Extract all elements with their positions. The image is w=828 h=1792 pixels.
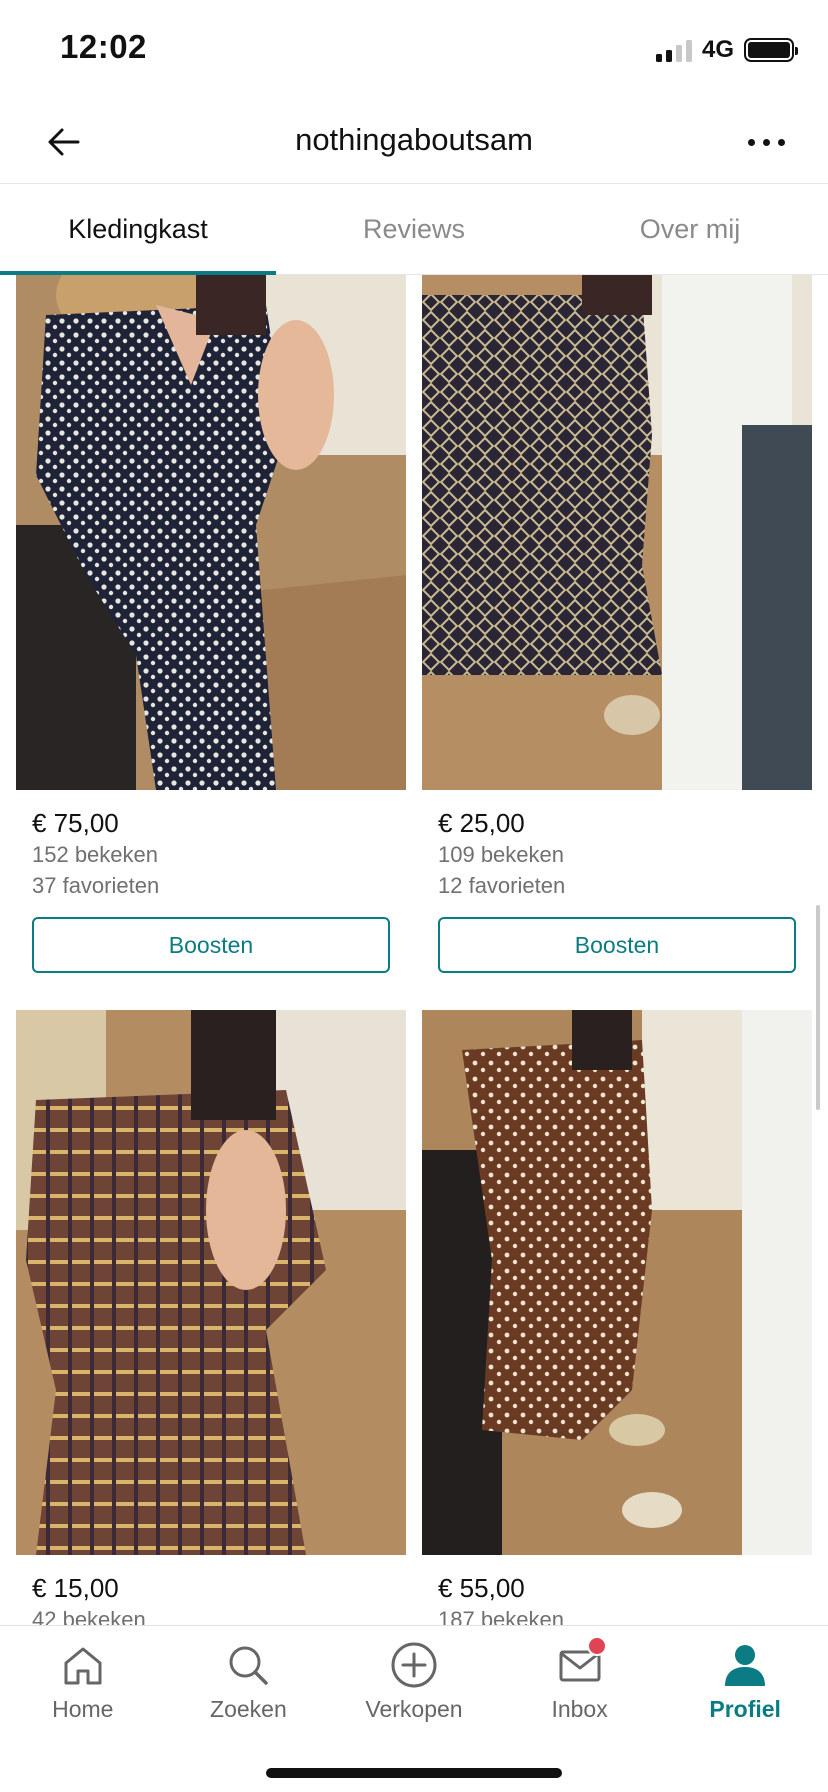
nav-home-label: Home xyxy=(52,1696,114,1722)
search-icon xyxy=(223,1640,273,1690)
scrollbar[interactable] xyxy=(816,905,820,1110)
bottom-navigation: Home Zoeken Verkopen Inbox Profiel xyxy=(0,1625,828,1792)
more-horizontal-icon xyxy=(747,138,755,146)
listing-photo[interactable] xyxy=(422,275,812,790)
nav-search[interactable]: Zoeken xyxy=(166,1626,332,1736)
home-indicator[interactable] xyxy=(266,1768,562,1778)
tab-reviews[interactable]: Reviews xyxy=(276,185,552,274)
listing-views: 42 bekeken xyxy=(32,1607,146,1625)
nav-inbox[interactable]: Inbox xyxy=(497,1626,663,1736)
listing-card[interactable]: € 75,00 152 bekeken 37 favorieten Booste… xyxy=(16,275,406,973)
listing-card[interactable]: € 55,00 187 bekeken xyxy=(422,1010,812,1625)
listing-price: € 15,00 xyxy=(32,1573,119,1603)
listing-views: 152 bekeken xyxy=(32,842,158,867)
listing-favorites: 12 favorieten xyxy=(438,873,566,898)
status-icons: 4G xyxy=(655,36,798,64)
tab-kledingkast[interactable]: Kledingkast xyxy=(0,185,276,275)
listing-price: € 55,00 xyxy=(438,1573,525,1603)
nav-sell[interactable]: Verkopen xyxy=(331,1626,497,1736)
listing-photo[interactable] xyxy=(16,275,406,790)
more-options-button[interactable] xyxy=(738,118,794,166)
nav-profile[interactable]: Profiel xyxy=(662,1626,828,1736)
nav-sell-label: Verkopen xyxy=(365,1696,463,1722)
nav-search-label: Zoeken xyxy=(210,1696,287,1722)
nav-profile-label: Profiel xyxy=(709,1696,781,1722)
listing-photo[interactable] xyxy=(16,1010,406,1555)
plus-circle-icon xyxy=(389,1640,439,1690)
network-type: 4G xyxy=(701,36,734,63)
signal-icon xyxy=(655,38,692,62)
person-icon xyxy=(720,1640,770,1690)
home-icon xyxy=(58,1640,108,1690)
status-bar: 12:02 4G xyxy=(0,0,828,100)
nav-inbox-label: Inbox xyxy=(551,1696,608,1722)
listing-favorites: 37 favorieten xyxy=(32,873,160,898)
status-time: 12:02 xyxy=(60,28,147,65)
profile-header: nothingaboutsam xyxy=(0,100,828,184)
listing-price: € 25,00 xyxy=(438,808,525,838)
listing-card[interactable]: € 15,00 42 bekeken xyxy=(16,1010,406,1625)
battery-icon xyxy=(744,38,798,62)
listing-price: € 75,00 xyxy=(32,808,119,838)
page-title: nothingaboutsam xyxy=(295,122,533,157)
listing-views: 187 bekeken xyxy=(438,1607,564,1625)
listing-views: 109 bekeken xyxy=(438,842,564,867)
profile-tabs: Kledingkast Reviews Over mij xyxy=(0,185,828,275)
nav-home[interactable]: Home xyxy=(0,1626,166,1736)
wardrobe-grid[interactable]: € 75,00 152 bekeken 37 favorieten Booste… xyxy=(0,275,828,1625)
boost-button[interactable]: Boosten xyxy=(438,917,796,973)
notification-badge xyxy=(586,1636,607,1656)
listing-photo[interactable] xyxy=(422,1010,812,1555)
listing-card[interactable]: € 25,00 109 bekeken 12 favorieten Booste… xyxy=(422,275,812,973)
boost-button[interactable]: Boosten xyxy=(32,917,390,973)
tab-over-mij[interactable]: Over mij xyxy=(552,185,828,274)
mail-icon xyxy=(555,1636,607,1690)
